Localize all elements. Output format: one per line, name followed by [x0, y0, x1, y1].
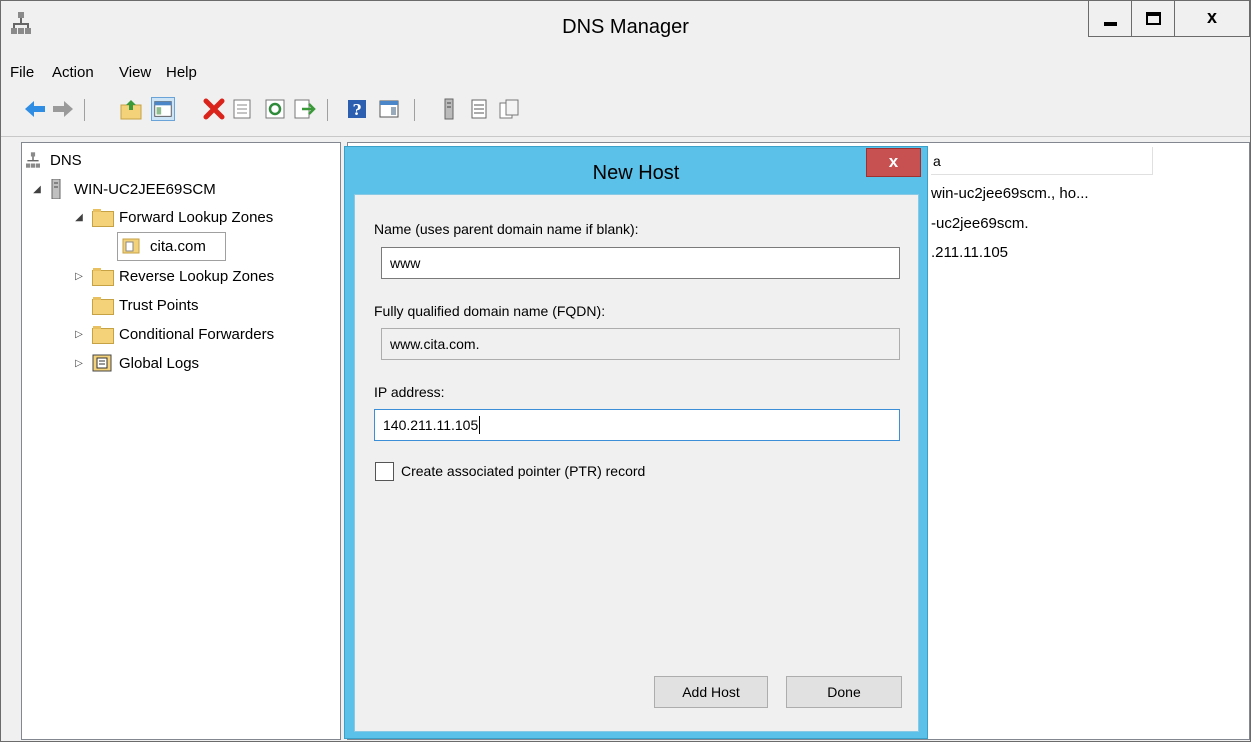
column-header[interactable]: a: [931, 147, 1153, 175]
minimize-icon: [1104, 22, 1117, 26]
close-button[interactable]: x: [1174, 1, 1250, 37]
dialog-title: New Host: [592, 162, 680, 184]
zone-icon: [122, 238, 140, 254]
title-bar[interactable]: DNS Manager x: [1, 1, 1250, 55]
close-icon: x: [888, 152, 899, 171]
minimize-button[interactable]: [1088, 1, 1132, 37]
text-caret: [479, 416, 481, 434]
console-tree: DNS ◢ WIN-UC2JEE69SCM ◢ Forward Lookup Z…: [21, 142, 341, 740]
dialog-body: Name (uses parent domain name if blank):…: [354, 194, 919, 732]
help-icon[interactable]: ?: [345, 97, 369, 121]
close-icon: x: [1206, 7, 1217, 27]
name-label: Name (uses parent domain name if blank):: [374, 221, 639, 237]
menu-action[interactable]: Action: [52, 64, 94, 81]
list-item[interactable]: .211.11.105: [931, 244, 1008, 261]
ip-address-value: 140.211.11.105: [383, 417, 479, 433]
server-icon[interactable]: [437, 97, 461, 121]
window-title: DNS Manager: [562, 16, 689, 38]
tree-item-reverse-lookup-zones[interactable]: ▷ Reverse Lookup Zones: [72, 264, 274, 288]
fqdn-label: Fully qualified domain name (FQDN):: [374, 303, 606, 319]
maximize-button[interactable]: [1131, 1, 1175, 37]
folder-icon: [92, 209, 114, 227]
action-pane-icon[interactable]: [377, 97, 401, 121]
tree-item-label: DNS: [50, 151, 82, 169]
new-host-dialog: New Host x Name (uses parent domain name…: [344, 146, 928, 739]
tree-item-label: WIN-UC2JEE69SCM: [74, 180, 216, 198]
ip-address-label: IP address:: [374, 384, 445, 400]
collapse-icon[interactable]: ◢: [72, 210, 86, 224]
tree-item-label: Reverse Lookup Zones: [119, 267, 275, 285]
export-list-icon[interactable]: [292, 97, 316, 121]
tree-item-label: Forward Lookup Zones: [119, 208, 274, 226]
menu-help[interactable]: Help: [166, 64, 197, 81]
maximize-icon: [1146, 12, 1161, 25]
expand-icon[interactable]: ▷: [72, 269, 86, 283]
tree-item-server[interactable]: ◢ WIN-UC2JEE69SCM: [30, 177, 216, 201]
event-log-icon: [92, 354, 112, 372]
folder-icon: [92, 326, 114, 344]
up-folder-icon[interactable]: [119, 97, 143, 121]
toolbar-separator: [327, 99, 328, 121]
list-icon[interactable]: [467, 97, 491, 121]
name-input-value: www: [390, 255, 421, 271]
list-item[interactable]: win-uc2jee69scm., ho...: [931, 185, 1089, 202]
menu-view[interactable]: View: [119, 64, 151, 81]
fqdn-field: www.cita.com.: [381, 328, 900, 360]
refresh-icon[interactable]: [263, 97, 287, 121]
ip-address-input[interactable]: 140.211.11.105: [374, 409, 900, 441]
toolbar-separator: [414, 99, 415, 121]
dns-icon: [26, 152, 40, 168]
delete-icon[interactable]: [202, 97, 226, 121]
done-button[interactable]: Done: [786, 676, 902, 708]
dns-manager-window: DNS Manager x File Action View Help ? DN…: [0, 0, 1251, 742]
tree-item-cita-com[interactable]: cita.com: [122, 234, 206, 258]
menu-file[interactable]: File: [10, 64, 34, 81]
toolbar: ?: [1, 89, 1250, 137]
folder-icon: [92, 297, 114, 315]
name-input[interactable]: www: [381, 247, 900, 279]
properties-icon[interactable]: [230, 97, 254, 121]
forward-arrow-icon[interactable]: [51, 97, 75, 121]
ptr-record-label[interactable]: Create associated pointer (PTR) record: [401, 463, 645, 479]
add-host-button[interactable]: Add Host: [654, 676, 768, 708]
collapse-icon[interactable]: ◢: [30, 182, 44, 196]
tree-item-label: Conditional Forwarders: [119, 325, 275, 343]
tree-item-conditional-forwarders[interactable]: ▷ Conditional Forwarders: [72, 322, 274, 346]
list-item[interactable]: -uc2jee69scm.: [931, 215, 1029, 232]
folder-icon: [92, 268, 114, 286]
tree-item-label: Trust Points: [119, 296, 199, 314]
copy-icon[interactable]: [497, 97, 521, 121]
back-arrow-icon[interactable]: [23, 97, 47, 121]
expand-icon[interactable]: ▷: [72, 356, 86, 370]
server-icon: [51, 179, 61, 199]
tree-item-label: Global Logs: [119, 354, 200, 372]
svg-text:?: ?: [353, 101, 362, 119]
tree-item-trust-points[interactable]: Trust Points: [92, 293, 198, 317]
tree-item-global-logs[interactable]: ▷ Global Logs: [72, 351, 199, 375]
tree-item-label: cita.com: [150, 237, 206, 255]
dialog-close-button[interactable]: x: [866, 148, 921, 177]
ptr-record-checkbox[interactable]: [375, 462, 394, 481]
menu-bar: File Action View Help: [1, 56, 1250, 88]
expand-icon[interactable]: ▷: [72, 327, 86, 341]
tree-item-dns[interactable]: DNS: [26, 148, 82, 172]
toolbar-separator: [84, 99, 85, 121]
show-hide-tree-icon[interactable]: [151, 97, 175, 121]
column-header-label: a: [933, 153, 941, 169]
fqdn-value: www.cita.com.: [390, 336, 480, 352]
tree-item-forward-lookup-zones[interactable]: ◢ Forward Lookup Zones: [72, 205, 273, 229]
